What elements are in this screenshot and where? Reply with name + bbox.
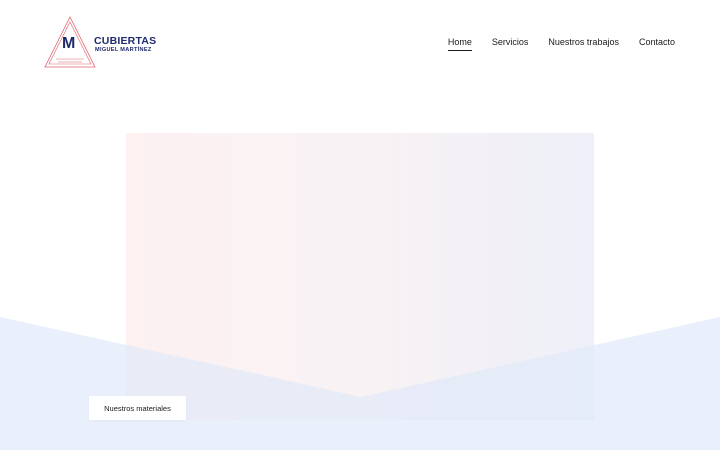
nav-link-contacto[interactable]: Contacto [639, 36, 675, 51]
logo-subtitle: MIGUEL MARTÍNEZ [95, 47, 152, 53]
logo-name: CUBIERTAS [94, 35, 157, 47]
hero-chevron-band [0, 317, 720, 450]
page: M CUBIERTAS MIGUEL MARTÍNEZ Home Servici… [0, 0, 720, 450]
main-nav: Home Servicios Nuestros trabajos Contact… [447, 36, 675, 51]
nav-link-home[interactable]: Home [447, 36, 472, 51]
site-header: M CUBIERTAS MIGUEL MARTÍNEZ Home Servici… [0, 0, 720, 84]
nav-link-nuestros-trabajos[interactable]: Nuestros trabajos [548, 36, 619, 51]
nav-link-servicios[interactable]: Servicios [492, 36, 529, 51]
materials-button[interactable]: Nuestros materiales [89, 396, 186, 420]
logo-letter: M [62, 35, 76, 52]
logo[interactable]: M CUBIERTAS MIGUEL MARTÍNEZ [42, 14, 157, 70]
